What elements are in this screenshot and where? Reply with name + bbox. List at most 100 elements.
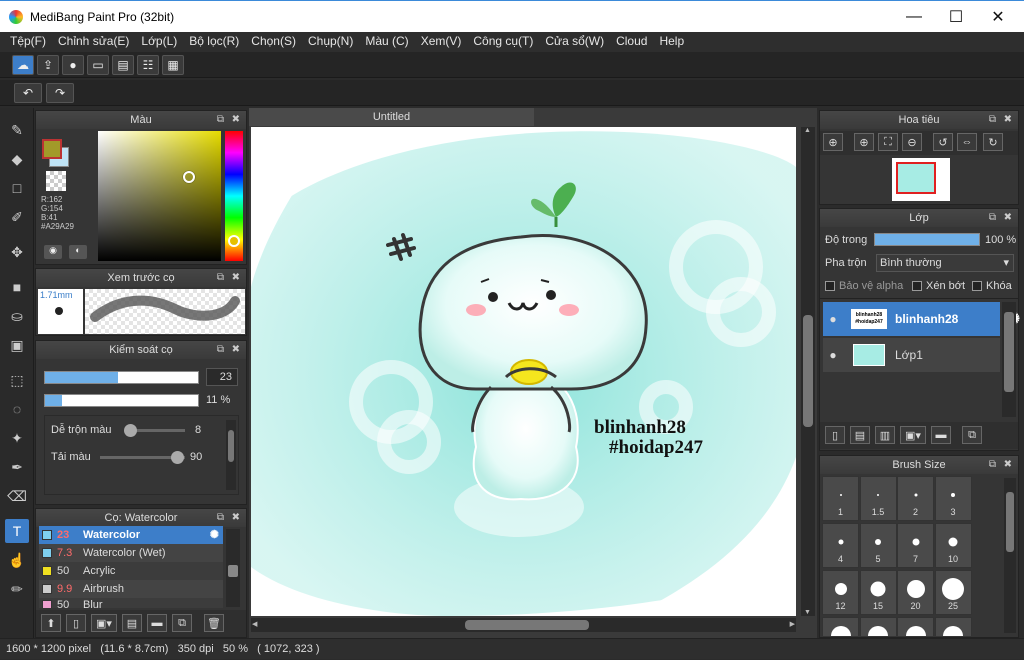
hue-slider-handle[interactable] bbox=[228, 235, 240, 247]
palette-icon[interactable]: ◉ bbox=[44, 245, 62, 259]
brush-opacity-slider[interactable] bbox=[44, 394, 199, 407]
close-icon[interactable]: ✖ bbox=[232, 509, 240, 527]
grid-list-icon[interactable]: ☷ bbox=[137, 55, 159, 75]
zoom-in-icon[interactable]: ⊕ bbox=[854, 133, 874, 151]
close-icon[interactable]: ✖ bbox=[232, 269, 240, 287]
folder-icon[interactable]: ▬ bbox=[147, 614, 167, 632]
scroll-up-icon[interactable]: ▲ bbox=[804, 127, 811, 134]
eraser-tool-icon[interactable]: ◆ bbox=[5, 147, 29, 171]
popout-icon[interactable]: ⧉ bbox=[217, 111, 224, 129]
brush-size-cell[interactable]: 12 bbox=[822, 570, 859, 615]
dot-brush-tool-icon[interactable]: ✐ bbox=[5, 205, 29, 229]
fill-rect-tool-icon[interactable]: ■ bbox=[5, 275, 29, 299]
move-tool-icon[interactable]: ✥ bbox=[5, 240, 29, 264]
popout-icon[interactable]: ⧉ bbox=[217, 341, 224, 359]
brush-list-scrollbar[interactable] bbox=[226, 529, 240, 607]
add-brush-icon[interactable]: ⬆ bbox=[41, 614, 61, 632]
close-icon[interactable]: ✖ bbox=[1004, 111, 1012, 129]
brush-item-blur[interactable]: 50 Blur bbox=[39, 598, 223, 608]
menu-edit[interactable]: Chỉnh sửa(E) bbox=[52, 32, 135, 52]
layer-item-layer1[interactable]: ● Lớp1 bbox=[823, 338, 1000, 372]
redo-icon[interactable]: ↷ bbox=[46, 83, 74, 103]
brush-size-cell[interactable]: 4 bbox=[822, 523, 859, 568]
brush-menu-icon[interactable]: ▣▾ bbox=[91, 614, 117, 632]
brush-item-airbrush[interactable]: 9.9 Airbrush bbox=[39, 580, 223, 598]
brush-size-cell[interactable]: 25 bbox=[934, 570, 972, 615]
maximize-button[interactable]: ☐ bbox=[935, 4, 977, 30]
foreground-color-swatch[interactable] bbox=[42, 139, 62, 159]
document-tab[interactable]: Untitled bbox=[249, 108, 534, 126]
rectangle-tool-icon[interactable]: □ bbox=[5, 176, 29, 200]
undo-icon[interactable]: ↶ bbox=[14, 83, 42, 103]
brush-size-cell[interactable]: 5 bbox=[859, 523, 897, 568]
brush-size-value[interactable]: 23 bbox=[206, 368, 238, 386]
fit-screen-icon[interactable]: ⛶ bbox=[878, 133, 898, 151]
popout-icon[interactable]: ⧉ bbox=[989, 111, 996, 129]
menu-select[interactable]: Chọn(S) bbox=[245, 32, 302, 52]
navigator-view-rect[interactable] bbox=[896, 162, 936, 194]
menu-file[interactable]: Tệp(F) bbox=[4, 32, 52, 52]
brush-size-cell[interactable]: 1 bbox=[822, 476, 859, 521]
gear-icon[interactable]: ✺ bbox=[210, 526, 219, 544]
brush-size-cell[interactable] bbox=[859, 617, 897, 636]
brush-size-cell[interactable] bbox=[822, 617, 859, 636]
new-1bit-layer-icon[interactable]: ▥ bbox=[875, 426, 895, 444]
brush-item-acrylic[interactable]: 50 Acrylic bbox=[39, 562, 223, 580]
flip-icon[interactable]: ⇔ bbox=[957, 133, 977, 151]
minimize-button[interactable]: — bbox=[893, 4, 935, 30]
select-pen-icon[interactable]: ✒ bbox=[5, 455, 29, 479]
gradient-tool-icon[interactable]: ▣ bbox=[5, 333, 29, 357]
operation-tool-icon[interactable]: ☝ bbox=[5, 548, 29, 572]
menu-color[interactable]: Màu (C) bbox=[359, 32, 414, 52]
popout-icon[interactable]: ⧉ bbox=[217, 269, 224, 287]
magic-wand-icon[interactable]: ✦ bbox=[5, 426, 29, 450]
eyedropper-icon[interactable]: ✏ bbox=[5, 577, 29, 601]
lasso-icon[interactable]: ◌ bbox=[5, 397, 29, 421]
menu-tools[interactable]: Công cụ(T) bbox=[467, 32, 539, 52]
zoom-out-icon[interactable]: ⊖ bbox=[902, 133, 922, 151]
brush-size-scrollbar[interactable] bbox=[1004, 478, 1016, 633]
select-rect-icon[interactable]: ⬚ bbox=[5, 368, 29, 392]
protect-alpha-checkbox[interactable]: Bảo vệ alpha bbox=[825, 280, 903, 292]
menu-view[interactable]: Xem(V) bbox=[415, 32, 468, 52]
scroll-right-icon[interactable]: ▶ bbox=[790, 620, 795, 628]
brush-size-cell[interactable]: 7 bbox=[897, 523, 934, 568]
duplicate-icon[interactable]: ⧉ bbox=[172, 614, 192, 632]
cloud-save-icon[interactable]: ☁ bbox=[12, 55, 34, 75]
lock-checkbox[interactable]: Khóa bbox=[972, 280, 1012, 292]
page-icon[interactable]: ▤ bbox=[112, 55, 134, 75]
new-brush-icon[interactable]: ▯ bbox=[66, 614, 86, 632]
color-mode-icon[interactable]: ◐ bbox=[69, 245, 87, 259]
paint-amount-slider-knob[interactable] bbox=[170, 451, 184, 464]
canvas-horizontal-scrollbar[interactable]: ◀ ▶ bbox=[251, 618, 796, 632]
share-icon[interactable]: ⇪ bbox=[37, 55, 59, 75]
brush-size-cell[interactable]: 15 bbox=[859, 570, 897, 615]
blend-mode-select[interactable]: Bình thường ▾ bbox=[876, 254, 1014, 272]
brush-size-cell[interactable]: 10 bbox=[934, 523, 972, 568]
paint-amount-slider[interactable] bbox=[100, 451, 185, 464]
layer-item-text[interactable]: ● blinhanh28 #hoidap247 blinhanh28 ✺ bbox=[823, 302, 1020, 336]
popout-icon[interactable]: ⧉ bbox=[989, 209, 996, 227]
visibility-eye-icon[interactable]: ● bbox=[823, 312, 843, 326]
layer-folder-icon[interactable]: ▬ bbox=[931, 426, 951, 444]
hue-slider[interactable] bbox=[225, 131, 243, 261]
close-icon[interactable]: ✖ bbox=[1004, 209, 1012, 227]
scroll-left-icon[interactable]: ◀ bbox=[252, 620, 257, 628]
sv-picker-handle[interactable] bbox=[183, 171, 195, 183]
scroll-down-icon[interactable]: ▼ bbox=[804, 609, 811, 616]
speech-bubble-icon[interactable]: ▭ bbox=[87, 55, 109, 75]
select-eraser-icon[interactable]: ⌫ bbox=[5, 484, 29, 508]
menu-window[interactable]: Cửa sổ(W) bbox=[539, 32, 610, 52]
close-icon[interactable]: ✖ bbox=[1004, 456, 1012, 474]
brush-settings-icon[interactable]: ▤ bbox=[122, 614, 142, 632]
brush-size-cell[interactable] bbox=[897, 617, 934, 636]
drawing-canvas[interactable]: blinhanh28 #hoidap247 bbox=[251, 127, 796, 616]
layer-menu-icon[interactable]: ▣▾ bbox=[900, 426, 926, 444]
new-halftone-layer-icon[interactable]: ▤ bbox=[850, 426, 870, 444]
layer-opacity-slider[interactable] bbox=[874, 233, 980, 246]
visibility-eye-icon[interactable]: ● bbox=[823, 348, 843, 362]
menu-layer[interactable]: Lớp(L) bbox=[135, 32, 183, 52]
trash-icon[interactable]: 🗑 bbox=[204, 614, 224, 632]
blend-slider[interactable] bbox=[123, 424, 185, 437]
brush-item-watercolor-wet[interactable]: 7.3 Watercolor (Wet) bbox=[39, 544, 223, 562]
